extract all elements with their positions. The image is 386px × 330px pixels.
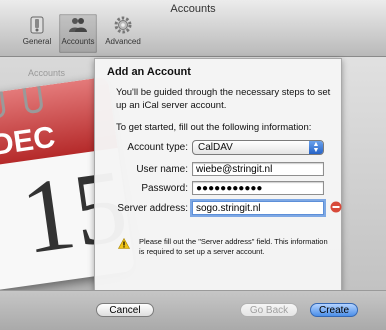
people-icon — [69, 18, 87, 32]
create-button[interactable]: Create — [310, 303, 358, 317]
chevron-updown-icon: ▲ ▼ — [309, 141, 323, 154]
warning-icon — [118, 238, 130, 249]
warning-message: Please fill out the "Server address" fie… — [139, 237, 328, 256]
switch-icon — [30, 16, 44, 34]
window-titlebar: Accounts General Accounts Advanced — [0, 0, 386, 57]
account-type-select[interactable]: CalDAV ▲ ▼ — [192, 140, 324, 155]
go-back-button[interactable]: Go Back — [240, 303, 298, 317]
user-name-label: User name: — [136, 164, 188, 175]
server-address-label: Server address: — [117, 203, 188, 214]
toolbar-accounts-button[interactable]: Accounts — [59, 14, 97, 53]
account-type-value: CalDAV — [198, 142, 233, 153]
user-name-field[interactable] — [192, 162, 324, 176]
password-field[interactable] — [192, 181, 324, 195]
account-type-label: Account type: — [127, 142, 188, 153]
password-label: Password: — [141, 183, 188, 194]
toolbar-advanced-label: Advanced — [105, 37, 141, 46]
toolbar-general-button[interactable]: General — [18, 14, 56, 53]
intro-text: You'll be guided through the necessary s… — [116, 87, 331, 111]
instruction-text: To get started, fill out the following i… — [116, 122, 312, 133]
sheet-title: Add an Account — [107, 66, 191, 78]
server-address-field[interactable] — [192, 201, 324, 215]
accounts-list-header: Accounts — [28, 68, 66, 78]
toolbar-general-label: General — [22, 37, 52, 46]
window-title: Accounts — [170, 3, 216, 15]
toolbar-advanced-button[interactable]: Advanced — [104, 14, 142, 53]
error-icon — [330, 201, 342, 213]
toolbar-accounts-label: Accounts — [61, 37, 95, 46]
accounts-window: Accounts General Accounts Advanced Accou… — [0, 0, 386, 330]
cancel-button[interactable]: Cancel — [96, 303, 154, 317]
gear-icon — [114, 16, 132, 34]
